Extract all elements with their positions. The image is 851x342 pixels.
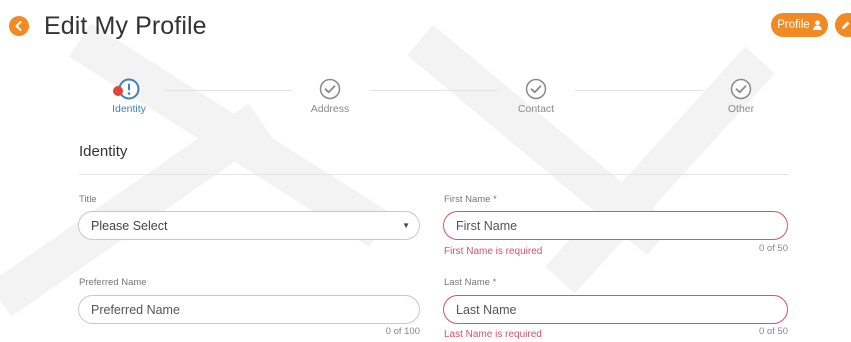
- preferred-name-field-wrapper: [78, 295, 420, 324]
- error-badge: [113, 86, 123, 96]
- last-name-counter: 0 of 50: [758, 326, 788, 337]
- title-select[interactable]: Please Select ▼: [78, 211, 420, 240]
- step-label: Identity: [112, 103, 146, 115]
- back-button[interactable]: [9, 16, 29, 36]
- arrow-left-icon: [15, 21, 22, 31]
- step-connector: [370, 90, 498, 91]
- background-pattern: [0, 23, 775, 317]
- first-name-error: First Name is required: [444, 246, 543, 257]
- first-name-input[interactable]: [456, 218, 775, 233]
- preferred-name-label: Preferred Name: [79, 277, 147, 288]
- step-connector: [164, 90, 292, 91]
- step-identity[interactable]: Identity: [97, 78, 161, 115]
- title-select-value: Please Select: [91, 218, 168, 233]
- check-circle-icon: [730, 78, 752, 100]
- last-name-field-wrapper: [443, 295, 788, 324]
- profile-button-label: Profile: [777, 19, 810, 31]
- section-divider: [79, 174, 789, 175]
- user-icon: [813, 20, 822, 30]
- step-label: Address: [310, 103, 350, 115]
- check-circle-icon: [525, 78, 547, 100]
- edit-button[interactable]: [835, 13, 851, 37]
- step-label: Contact: [517, 103, 555, 115]
- step-label: Other: [727, 103, 755, 115]
- title-label: Title: [79, 194, 97, 205]
- last-name-input[interactable]: [456, 302, 775, 317]
- preferred-name-input[interactable]: [91, 302, 407, 317]
- exclamation-circle-icon: [113, 78, 140, 100]
- check-circle-icon: [319, 78, 341, 100]
- last-name-label: Last Name *: [444, 277, 497, 288]
- first-name-counter: 0 of 50: [758, 243, 788, 254]
- step-contact[interactable]: Contact: [504, 78, 568, 115]
- pencil-icon: [842, 21, 850, 29]
- step-connector: [575, 90, 703, 91]
- first-name-label: First Name *: [444, 194, 497, 205]
- step-other[interactable]: Other: [709, 78, 773, 115]
- section-title: Identity: [79, 143, 128, 160]
- profile-button[interactable]: Profile: [771, 13, 828, 37]
- caret-down-icon: ▼: [402, 221, 410, 230]
- last-name-error: Last Name is required: [444, 329, 542, 340]
- first-name-field-wrapper: [443, 211, 788, 240]
- preferred-name-counter: 0 of 100: [385, 326, 420, 337]
- step-address[interactable]: Address: [298, 78, 362, 115]
- page-title: Edit My Profile: [44, 12, 207, 40]
